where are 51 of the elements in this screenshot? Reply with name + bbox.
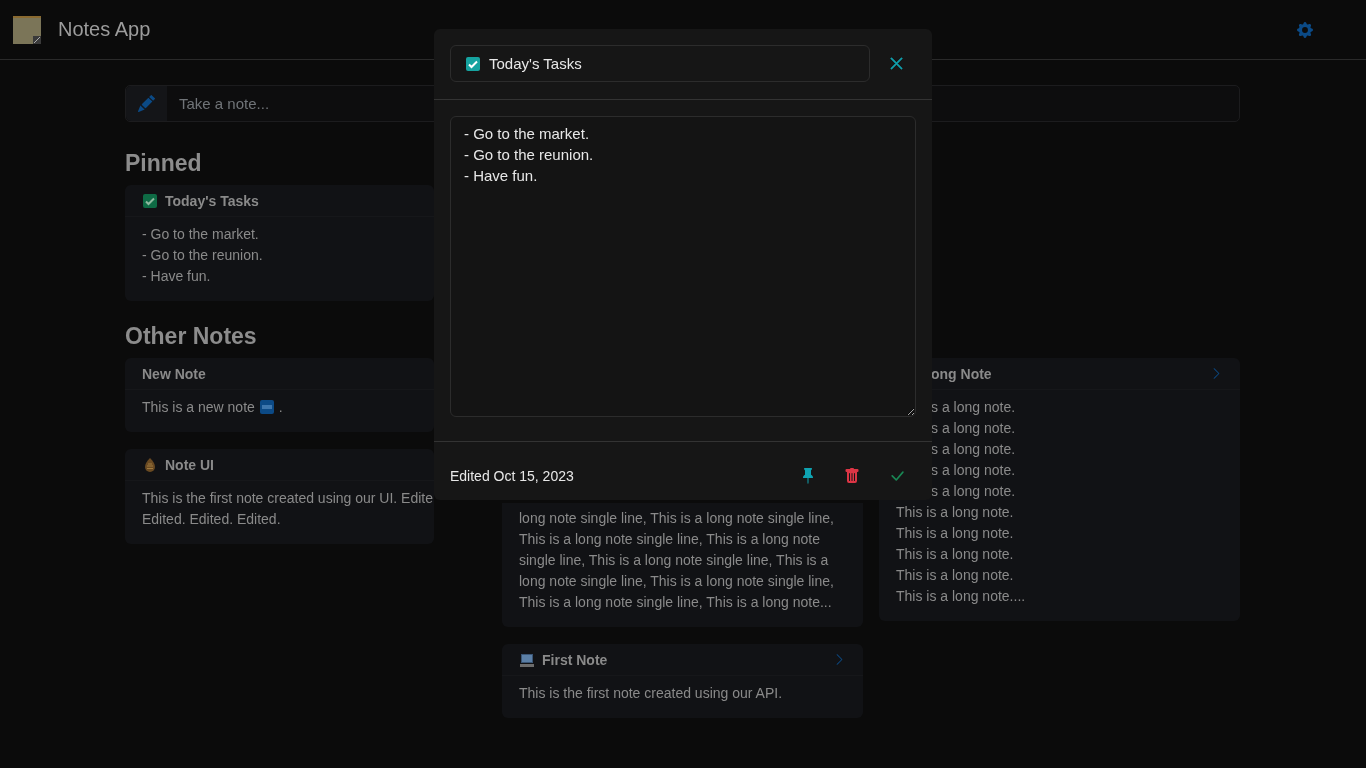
note-card[interactable]: Today's Tasks - Go to the market. - Go to the reunion. - Have fun.: [125, 185, 434, 301]
note-text: This is the first note created using our UI. Edite: [142, 489, 434, 506]
note-text: This is a long note.: [896, 524, 1014, 541]
close-icon[interactable]: [889, 56, 904, 71]
pencil-icon: [138, 95, 155, 112]
note-text: .: [278, 398, 283, 415]
note-card[interactable]: ong Note s a long note. s a long note. s a long note. s a long note. s a long note. This is a long note. This is a long note. This is a long note. This is a long note. This is a long note....: [879, 358, 1240, 621]
note-text: - Go to the market.: [142, 225, 259, 242]
pinecone-icon: [142, 456, 158, 473]
note-text: This is a long note....: [896, 587, 1026, 604]
checkbox-icon: [142, 192, 158, 209]
computer-icon: [519, 651, 535, 668]
note-title: Today's Tasks: [165, 192, 260, 209]
note-text: long note single line, This is a long note single line,: [519, 509, 834, 526]
section-heading: Pinned: [125, 150, 202, 177]
note-text: This is the first note created using our API.: [519, 684, 783, 701]
note-text: - Go to the reunion.: [142, 246, 263, 263]
note-body-field[interactable]: - Go to the market. - Go to the reunion. - Have fun.: [450, 116, 916, 417]
trash-icon[interactable]: [844, 468, 860, 484]
note-text: This is a long note single line, This is a long note: [519, 530, 820, 547]
section-heading: Other Notes: [125, 323, 257, 350]
note-title: New Note: [142, 365, 207, 382]
settings-icon[interactable]: [1297, 21, 1313, 38]
note-card[interactable]: Note UI This is the first note created using our UI. Edite Edited. Edited. Edited.: [125, 449, 434, 544]
note-text: s a long note.: [931, 461, 1016, 478]
app-title: Notes App: [58, 18, 152, 41]
note-text: s a long note.: [931, 398, 1016, 415]
note-text: long note single line, This is a long note single line,: [519, 572, 834, 589]
pin-icon[interactable]: [800, 468, 816, 484]
note-card[interactable]: First Note This is the first note created using our API.: [502, 644, 863, 718]
checkbox-icon: [465, 55, 481, 72]
note-text: s a long note.: [931, 440, 1016, 457]
note-text: single line, This is a long note single line, This is a: [519, 551, 829, 568]
new-badge-icon: [258, 398, 275, 415]
notepad-logo: [13, 15, 41, 44]
note-title: First Note: [542, 651, 609, 668]
note-title: ong Note: [931, 365, 993, 382]
title-field[interactable]: Today's Tasks: [489, 55, 855, 72]
note-text: Edited. Edited. Edited.: [142, 510, 281, 527]
note-text: This is a long note.: [896, 566, 1014, 583]
note-text: This is a new note: [142, 398, 255, 415]
note-card[interactable]: New Note This is a new note .: [125, 358, 434, 432]
note-text: This is a long note.: [896, 503, 1014, 520]
title-input-box[interactable]: Today's Tasks: [450, 45, 870, 82]
note-text: s a long note.: [931, 419, 1016, 436]
edited-date: Edited Oct 15, 2023: [450, 468, 575, 484]
note-text: s a long note.: [931, 482, 1016, 499]
note-text: This is a long note single line, This is a long note...: [519, 593, 832, 610]
note-title: Note UI: [165, 456, 215, 473]
note-text: - Have fun.: [142, 267, 211, 284]
note-text: This is a long note.: [896, 545, 1014, 562]
